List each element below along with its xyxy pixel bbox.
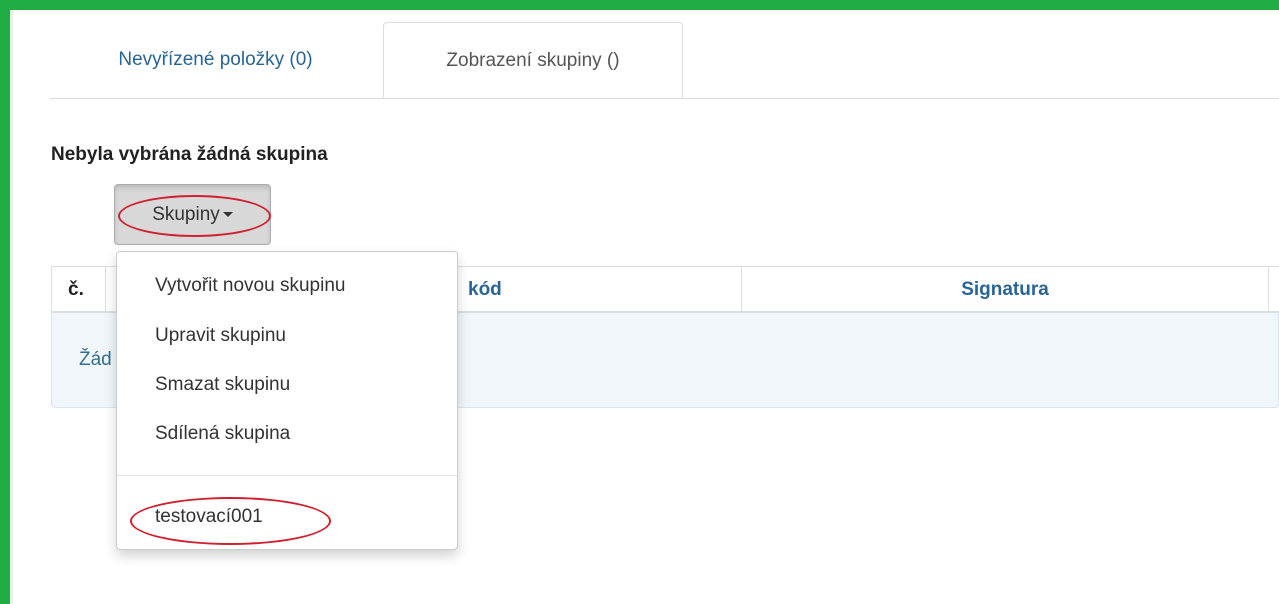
menu-item-group-testovaci001[interactable]: testovací001 <box>117 497 457 537</box>
column-header-signature[interactable]: Signatura <box>742 267 1269 312</box>
frame-border-top <box>0 0 1279 10</box>
menu-item-edit-group[interactable]: Upravit skupinu <box>117 316 457 356</box>
page-heading: Nebyla vybrána žádná skupina <box>51 144 328 165</box>
tab-bar: Nevyřízené položky (0) Zobrazení skupiny… <box>50 22 1279 99</box>
tab-group-view[interactable]: Zobrazení skupiny () <box>383 22 683 99</box>
tab-pending-items[interactable]: Nevyřízené položky (0) <box>50 22 381 98</box>
tab-bar-underline <box>50 98 1279 99</box>
groups-button-label: Skupiny <box>152 203 220 225</box>
frame-border-left <box>0 0 10 604</box>
menu-item-shared-group[interactable]: Sdílená skupina <box>117 414 457 454</box>
column-header-number[interactable]: č. <box>51 267 106 312</box>
groups-dropdown-menu: Vytvořit novou skupinu Upravit skupinu S… <box>116 251 458 550</box>
groups-dropdown-button[interactable]: Skupiny <box>114 184 271 245</box>
frame-border-inner <box>10 10 13 604</box>
menu-item-delete-group[interactable]: Smazat skupinu <box>117 365 457 405</box>
caret-down-icon <box>222 212 233 217</box>
menu-divider <box>117 475 457 476</box>
menu-item-create-group[interactable]: Vytvořit novou skupinu <box>117 266 457 306</box>
